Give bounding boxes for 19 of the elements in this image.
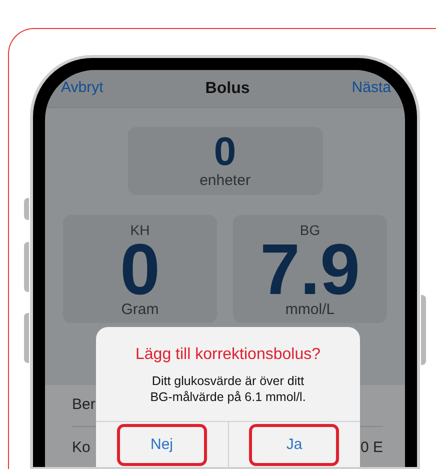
total-unit: enheter <box>200 172 250 190</box>
input-card[interactable]: KH0Gram <box>63 215 217 323</box>
input-value: 7.9 <box>260 239 360 301</box>
input-value: 0 <box>120 239 160 301</box>
input-label: BG <box>300 221 320 239</box>
input-unit: Gram <box>121 301 159 319</box>
row-label: Ber <box>72 395 96 416</box>
alert-message: Ditt glukosvärde är över ditt BG-målvärde på 6.1 mmol/l. <box>149 373 307 405</box>
cancel-button[interactable]: Avbryt <box>61 77 104 100</box>
total-value: 0 <box>214 132 236 172</box>
row-value: 0 E <box>360 438 383 458</box>
alert-title: Lägg till korrektionsbolus? <box>136 345 320 365</box>
dialog-button[interactable]: Ja <box>249 424 340 466</box>
screen-title: Bolus <box>205 78 250 98</box>
row-label: Ko <box>72 438 90 458</box>
input-unit: mmol/L <box>285 301 335 319</box>
input-label: KH <box>130 221 150 239</box>
dialog-button[interactable]: Nej <box>116 424 207 466</box>
next-button[interactable]: Nästa <box>352 77 391 100</box>
